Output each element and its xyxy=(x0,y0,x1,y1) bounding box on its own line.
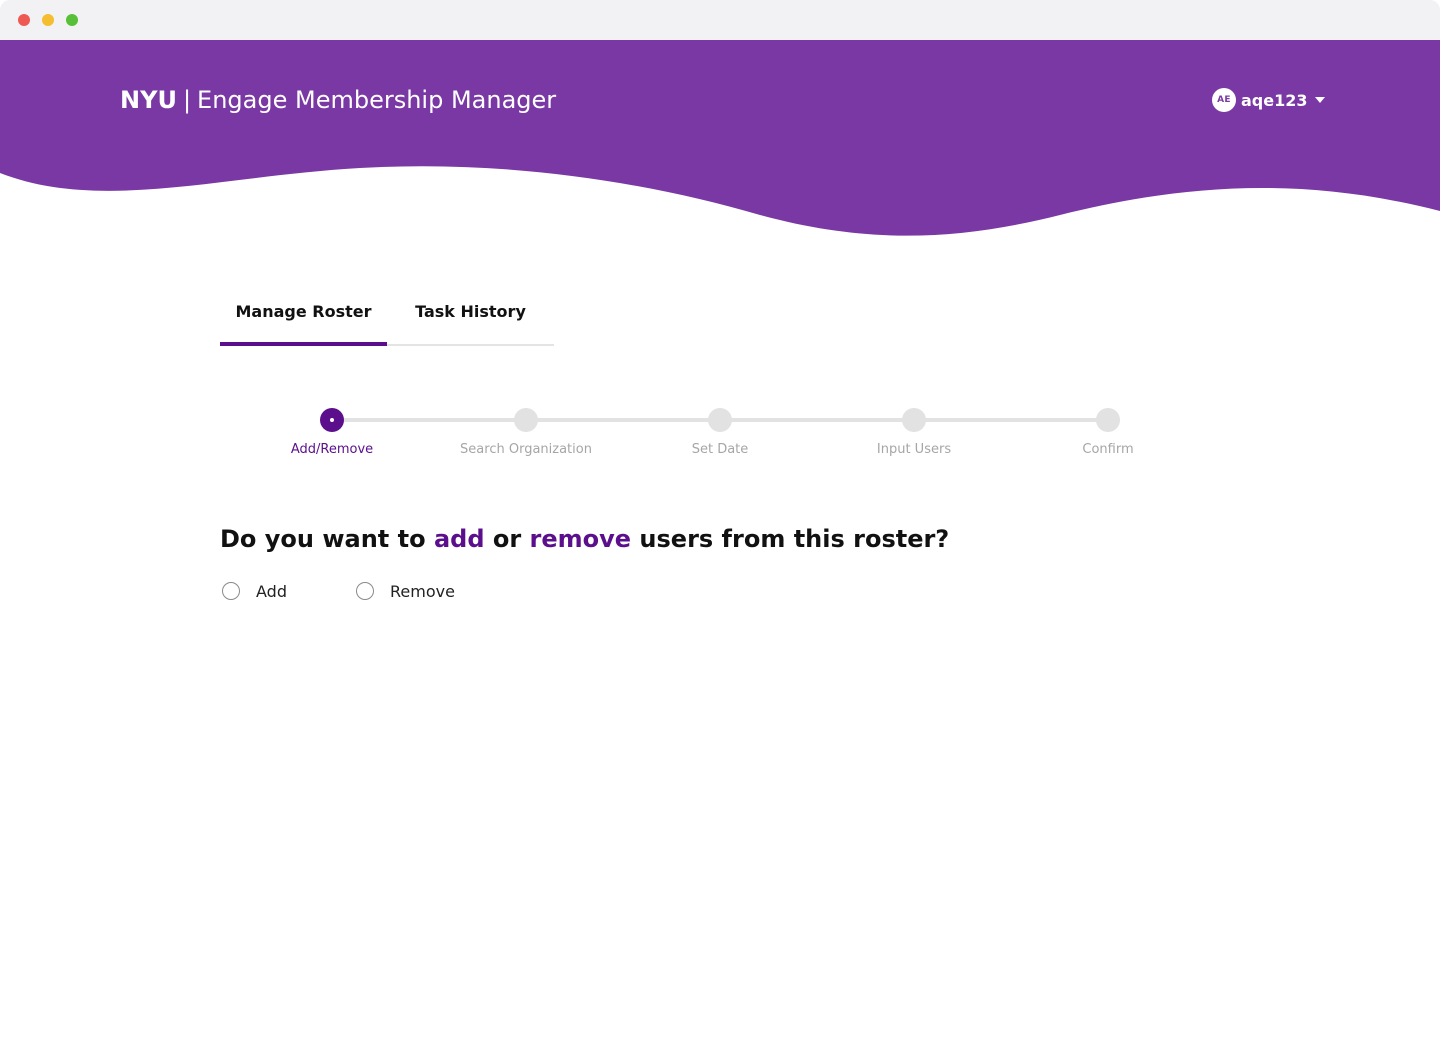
question-accent-remove: remove xyxy=(529,525,632,553)
step-indicator xyxy=(1096,408,1120,432)
question-text: Do you want to xyxy=(220,525,434,553)
app-brand[interactable]: NYU | Engage Membership Manager xyxy=(120,84,556,116)
tab-manage-roster[interactable]: Manage Roster xyxy=(220,290,387,346)
step-confirm: Confirm xyxy=(1008,400,1208,457)
header-wave-background xyxy=(0,40,1440,236)
step-label: Add/Remove xyxy=(290,442,374,457)
question-text: or xyxy=(484,525,530,553)
step-input-users: Input Users xyxy=(814,400,1014,457)
minimize-window-button[interactable] xyxy=(42,14,54,26)
step-label: Search Organization xyxy=(460,442,592,457)
progress-stepper: Add/Remove Search Organization Set Date … xyxy=(0,400,1440,470)
username-label: aqe123 xyxy=(1241,90,1308,110)
user-menu[interactable]: AE aqe123 xyxy=(1212,87,1325,113)
step-indicator xyxy=(708,408,732,432)
step-set-date: Set Date xyxy=(620,400,820,457)
chevron-down-icon xyxy=(1314,97,1325,103)
brand-app-name: Engage Membership Manager xyxy=(197,86,557,114)
radio-label-remove: Remove xyxy=(390,581,455,601)
step-indicator xyxy=(514,408,538,432)
remove-radio-option[interactable]: Remove xyxy=(354,578,455,604)
step-label: Confirm xyxy=(1082,442,1134,457)
tab-task-history[interactable]: Task History xyxy=(387,290,554,344)
step-label: Input Users xyxy=(876,442,952,457)
tab-bar: Manage Roster Task History xyxy=(220,290,554,346)
maximize-window-button[interactable] xyxy=(66,14,78,26)
question-text: users from this roster? xyxy=(631,525,950,553)
radio-button-remove[interactable] xyxy=(356,582,374,600)
window-titlebar xyxy=(0,0,1440,40)
app-window: NYU | Engage Membership Manager AE aqe123 … xyxy=(0,0,1440,1064)
step-indicator xyxy=(902,408,926,432)
step-indicator-current xyxy=(320,408,344,432)
brand-separator: | xyxy=(182,86,192,114)
step-search-organization: Search Organization xyxy=(426,400,626,457)
radio-label-add: Add xyxy=(256,581,287,601)
step-label: Set Date xyxy=(691,442,749,457)
brand-logo-text: NYU xyxy=(120,86,177,114)
avatar: AE xyxy=(1212,88,1236,112)
question-heading: Do you want to add or remove users from … xyxy=(220,522,949,556)
radio-button-add[interactable] xyxy=(222,582,240,600)
question-accent-add: add xyxy=(433,525,485,553)
add-radio-option[interactable]: Add xyxy=(220,578,287,604)
step-add-remove: Add/Remove xyxy=(232,400,432,457)
close-window-button[interactable] xyxy=(18,14,30,26)
